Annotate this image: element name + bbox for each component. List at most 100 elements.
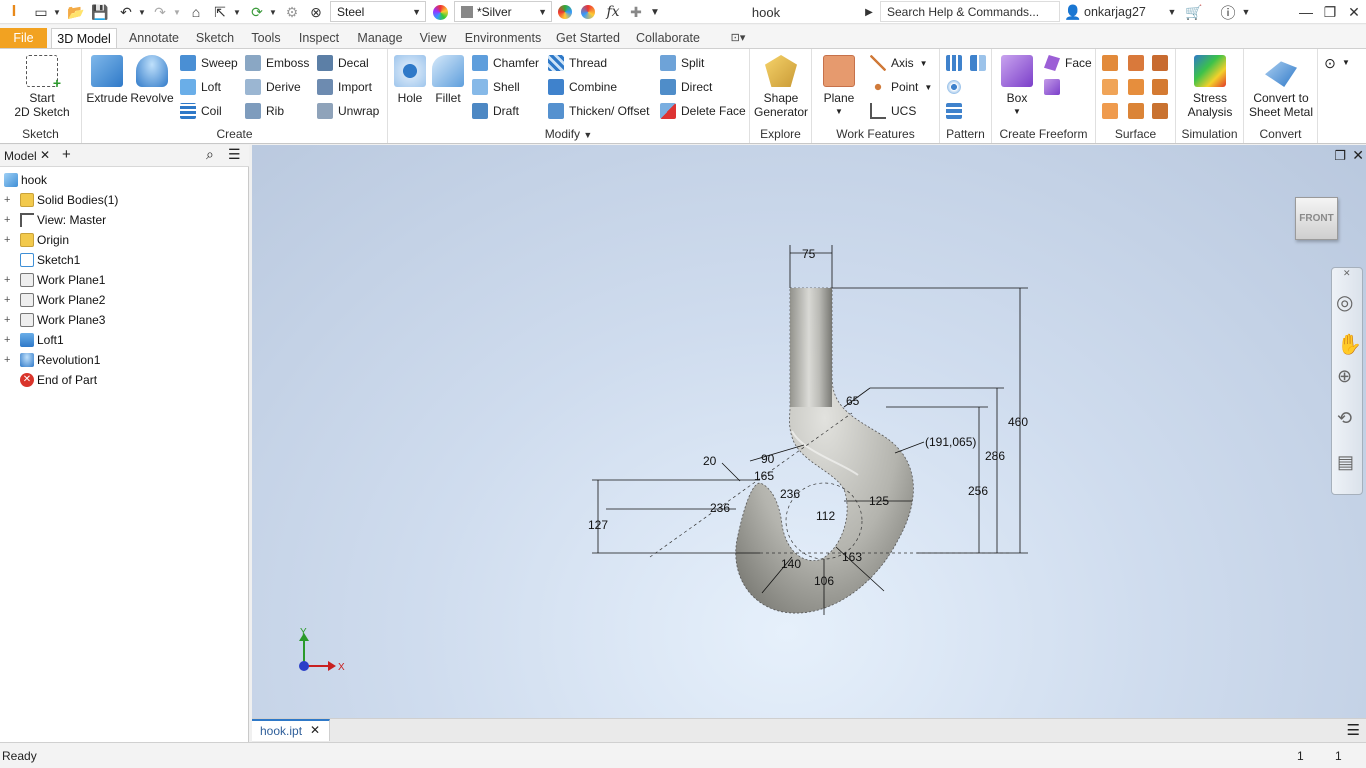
rectangular-pattern-icon[interactable] xyxy=(946,55,962,71)
dim-75[interactable]: 75 xyxy=(802,247,816,261)
plane-button[interactable]: Plane ▼ xyxy=(818,55,860,119)
replace-face-icon[interactable] xyxy=(1152,103,1168,119)
expand-icon[interactable]: + xyxy=(4,214,10,226)
redo-icon[interactable]: ↷ xyxy=(150,2,170,22)
dim-191-065[interactable]: (191,065) xyxy=(925,435,976,449)
trim-icon[interactable] xyxy=(1102,79,1118,95)
shape-generator-button[interactable]: Shape Generator xyxy=(752,55,810,119)
dim-125[interactable]: 125 xyxy=(869,494,889,508)
dim-256[interactable]: 256 xyxy=(968,484,988,498)
expand-icon[interactable]: + xyxy=(4,234,10,246)
ribbon-more-icon[interactable]: ⊙ xyxy=(1322,55,1338,71)
tree-item-hook[interactable]: hook xyxy=(0,170,248,190)
redo-dropdown-icon[interactable]: ▼ xyxy=(172,2,182,22)
update-dropdown-icon[interactable]: ▼ xyxy=(268,2,278,22)
clear-appearance-icon[interactable] xyxy=(578,2,598,22)
select-icon[interactable]: ⇱ xyxy=(210,2,230,22)
open-icon[interactable]: 📂 xyxy=(66,2,86,22)
hole-button[interactable]: Hole xyxy=(390,55,430,105)
revolve-button[interactable]: Revolve xyxy=(130,55,174,105)
dim-20[interactable]: 20 xyxy=(703,454,717,468)
tab-inspect[interactable]: Inspect xyxy=(293,28,345,49)
undo-icon[interactable]: ↶ xyxy=(116,2,136,22)
tab-get-started[interactable]: Get Started xyxy=(553,28,623,49)
help-icon[interactable]: ⓘ xyxy=(1218,2,1238,22)
add-icon[interactable]: ✚ xyxy=(628,2,644,22)
unwrap-button[interactable]: Unwrap xyxy=(317,101,379,121)
minimize-icon[interactable]: — xyxy=(1296,2,1316,22)
dim-65[interactable]: 65 xyxy=(846,394,860,408)
tree-item-solid-bodies[interactable]: + Solid Bodies(1) xyxy=(0,190,248,210)
face-button[interactable]: Face xyxy=(1044,53,1092,73)
tab-environments[interactable]: Environments xyxy=(461,28,545,49)
boundary-patch-icon[interactable] xyxy=(1102,103,1118,119)
expand-icon[interactable]: + xyxy=(4,334,10,346)
tab-file[interactable]: File xyxy=(0,28,47,49)
document-tab-hook[interactable]: hook.ipt ✕ xyxy=(252,719,330,741)
box-button[interactable]: Box ▼ xyxy=(998,55,1036,119)
thicken-offset-button[interactable]: Thicken/ Offset xyxy=(548,101,649,121)
tab-sketch[interactable]: Sketch xyxy=(191,28,239,49)
ruled-surface-icon[interactable] xyxy=(1128,103,1144,119)
tree-item-view-master[interactable]: + View: Master xyxy=(0,210,248,230)
close-icon[interactable]: ✕ xyxy=(40,148,50,162)
ilogic-icon[interactable]: ⚙ xyxy=(282,2,302,22)
delete-face-button[interactable]: Delete Face xyxy=(660,101,746,121)
menu-icon[interactable]: ☰ xyxy=(228,146,241,163)
point-button[interactable]: Point ▼ xyxy=(870,77,932,97)
adjust-appearance-icon[interactable] xyxy=(555,2,575,22)
tree-item-end-of-part[interactable]: ✕ End of Part xyxy=(0,370,248,390)
ucs-button[interactable]: UCS xyxy=(870,101,916,121)
tab-manage[interactable]: Manage xyxy=(351,28,409,49)
dim-236-top[interactable]: 236 xyxy=(780,487,800,501)
derive-button[interactable]: Derive xyxy=(245,77,301,97)
close-icon[interactable]: ✕ xyxy=(1344,2,1364,22)
search-icon[interactable]: ⌕ xyxy=(206,146,214,163)
convert-to-sheet-metal-button[interactable]: Convert to Sheet Metal xyxy=(1246,55,1316,119)
dim-165[interactable]: 165 xyxy=(754,469,774,483)
dim-106[interactable]: 106 xyxy=(814,574,834,588)
axis-button[interactable]: Axis ▼ xyxy=(870,53,928,73)
expand-icon[interactable]: + xyxy=(4,314,10,326)
direct-button[interactable]: Direct xyxy=(660,77,712,97)
stitch-icon[interactable] xyxy=(1102,55,1118,71)
user-icon[interactable]: 👤 xyxy=(1064,2,1082,22)
ribbon-more-dropdown-icon[interactable]: ▼ xyxy=(1338,55,1354,71)
inventor-logo[interactable]: I xyxy=(6,2,22,22)
home-icon[interactable]: ⌂ xyxy=(186,2,206,22)
stress-analysis-button[interactable]: Stress Analysis xyxy=(1178,55,1242,119)
draft-button[interactable]: Draft xyxy=(472,101,519,121)
dim-163[interactable]: 163 xyxy=(842,550,862,564)
dim-286[interactable]: 286 xyxy=(985,449,1005,463)
extend-icon[interactable] xyxy=(1152,79,1168,95)
search-input[interactable]: Search Help & Commands... xyxy=(880,1,1060,22)
tab-collaborate[interactable]: Collaborate xyxy=(631,28,705,49)
user-name[interactable]: onkarjag27 xyxy=(1084,2,1164,22)
split-button[interactable]: Split xyxy=(660,53,704,73)
dim-127[interactable]: 127 xyxy=(588,518,608,532)
undo-dropdown-icon[interactable]: ▼ xyxy=(137,2,147,22)
extrude-button[interactable]: Extrude xyxy=(86,55,128,105)
graphics-viewport[interactable]: ❐ ✕ FRONT ✕ ◎ ✋ ⊕ ⟲ ▤ 75 460 65 (191,065… xyxy=(252,145,1366,718)
search-arrow-icon[interactable]: ▶ xyxy=(862,2,876,22)
tree-item-loft1[interactable]: + Loft1 xyxy=(0,330,248,350)
customize-icon[interactable]: ▼ xyxy=(648,2,662,22)
dim-90[interactable]: 90 xyxy=(761,452,775,466)
parameters-icon[interactable]: fx xyxy=(602,2,624,22)
expand-icon[interactable]: + xyxy=(4,354,10,366)
thread-button[interactable]: Thread xyxy=(548,53,607,73)
close-icon[interactable]: ✕ xyxy=(310,723,320,737)
tree-item-work-plane1[interactable]: + Work Plane1 xyxy=(0,270,248,290)
decal-button[interactable]: Decal xyxy=(317,53,369,73)
material-dropdown[interactable]: Steel ▼ xyxy=(330,1,426,22)
new-dropdown-icon[interactable]: ▼ xyxy=(52,2,62,22)
tree-item-sketch1[interactable]: Sketch1 xyxy=(0,250,248,270)
expand-icon[interactable]: + xyxy=(4,194,10,206)
rib-button[interactable]: Rib xyxy=(245,101,284,121)
sketch-pattern-icon[interactable] xyxy=(946,103,962,119)
appearance-dropdown[interactable]: *Silver ▼ xyxy=(454,1,552,22)
circular-pattern-icon[interactable] xyxy=(946,79,962,95)
combine-button[interactable]: Combine xyxy=(548,77,617,97)
chamfer-button[interactable]: Chamfer xyxy=(472,53,539,73)
appearance-icon[interactable] xyxy=(430,2,450,22)
